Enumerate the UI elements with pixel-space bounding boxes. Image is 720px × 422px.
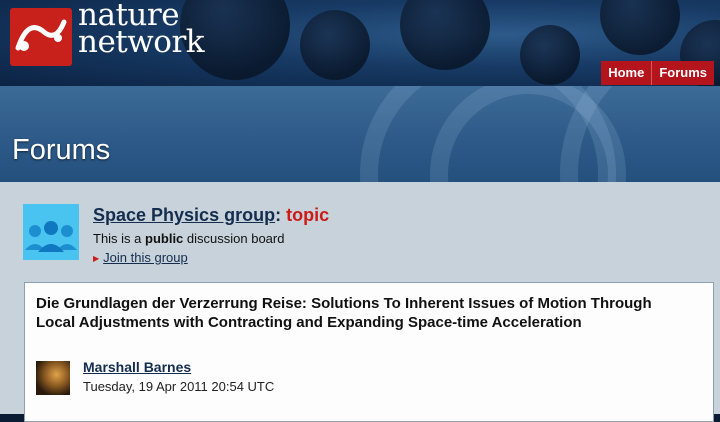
logo-wordmark[interactable]: nature network — [78, 0, 205, 60]
group-heading: Space Physics group: topic — [93, 205, 329, 226]
topic-label: topic — [286, 205, 330, 225]
main-content: Space Physics group: topic This is a pub… — [0, 182, 720, 422]
post-title: Die Grundlagen der Verzerrung Reise: Sol… — [36, 295, 652, 331]
author-link[interactable]: Marshall Barnes — [83, 359, 191, 375]
author-avatar[interactable] — [36, 361, 70, 395]
group-description: This is a public discussion board — [93, 231, 284, 246]
page-title: Forums — [12, 134, 111, 166]
nav-forums-link[interactable]: Forums — [651, 61, 714, 85]
site-header: nature network Home Forums — [0, 0, 720, 86]
arrow-right-icon: ▶ — [93, 254, 100, 264]
desc-visibility: public — [145, 231, 184, 246]
join-group-link[interactable]: Join this group — [103, 250, 188, 265]
join-group-row: ▶ Join this group — [93, 250, 188, 265]
desc-prefix: This is a — [93, 231, 146, 246]
group-heading-separator: : — [275, 205, 282, 225]
group-people-icon[interactable] — [23, 204, 79, 260]
group-name-link[interactable]: Space Physics group — [93, 205, 275, 225]
post-timestamp: Tuesday, 19 Apr 2011 20:54 UTC — [83, 379, 275, 394]
logo-icon[interactable] — [10, 8, 72, 66]
page-banner: Forums — [0, 86, 720, 182]
top-navigation: Home Forums — [601, 61, 714, 85]
logo-line-2: network — [78, 24, 205, 60]
desc-suffix: discussion board — [183, 231, 285, 246]
forum-post: Die Grundlagen der Verzerrung Reise: Sol… — [24, 282, 714, 422]
nav-home-link[interactable]: Home — [601, 61, 652, 85]
